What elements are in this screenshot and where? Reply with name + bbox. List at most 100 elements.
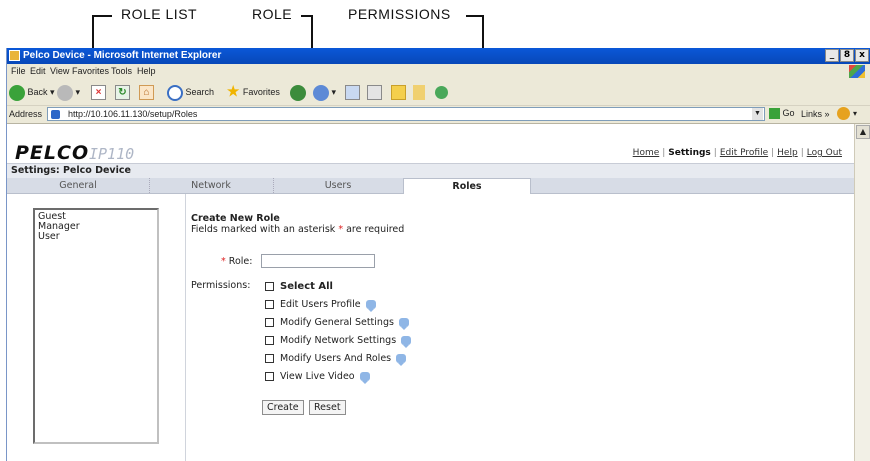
- reset-button[interactable]: Reset: [309, 400, 346, 415]
- home-icon: ⌂: [139, 85, 154, 101]
- menu-help[interactable]: Help: [137, 64, 156, 79]
- browser-window: Pelco Device - Microsoft Internet Explor…: [6, 48, 870, 461]
- search-icon: [167, 84, 183, 101]
- settings-title: Settings: Pelco Device: [7, 164, 854, 178]
- messenger-button[interactable]: [435, 83, 448, 101]
- permission-checkbox-modify-users-and-roles[interactable]: [265, 354, 274, 363]
- menu-view[interactable]: View: [50, 64, 69, 79]
- menu-edit[interactable]: Edit: [30, 64, 46, 79]
- callout-role: ROLE: [252, 6, 293, 22]
- page-icon: [51, 110, 60, 119]
- forward-button[interactable]: ▾: [57, 83, 80, 101]
- print-button[interactable]: [367, 83, 382, 101]
- select-all-row: Select All: [265, 281, 333, 292]
- required-note: Fields marked with an asterisk * are req…: [191, 224, 405, 235]
- go-arrow-icon: [769, 108, 780, 120]
- close-button[interactable]: x: [855, 49, 869, 62]
- refresh-button[interactable]: ↻: [115, 83, 130, 101]
- help-link[interactable]: Help: [777, 148, 798, 158]
- maximize-button[interactable]: 8: [840, 49, 854, 62]
- web-page: PELCO IP110 Home | Settings | Edit Profile | H…: [7, 124, 854, 461]
- menu-tools[interactable]: Tools: [111, 64, 132, 79]
- permission-checkbox-modify-network-settings[interactable]: [265, 336, 274, 345]
- tab-general[interactable]: General: [7, 178, 150, 193]
- help-bubble-icon[interactable]: [398, 318, 409, 330]
- scroll-up-icon[interactable]: ▲: [856, 125, 870, 139]
- back-arrow-icon: [9, 84, 25, 101]
- permission-checkbox-view-live-video[interactable]: [265, 372, 274, 381]
- minimize-button[interactable]: _: [825, 49, 839, 62]
- tab-network[interactable]: Network: [149, 178, 274, 193]
- menu-favorites[interactable]: Favorites: [72, 64, 109, 79]
- history-icon: [313, 84, 329, 101]
- permission-row: View Live Video: [265, 371, 370, 384]
- help-bubble-icon[interactable]: [396, 354, 407, 366]
- favorites-button[interactable]: ★ Favorites: [226, 83, 280, 101]
- norton-dropdown-icon[interactable]: ▾: [853, 109, 857, 118]
- title-bar: Pelco Device - Microsoft Internet Explor…: [7, 48, 870, 64]
- print-icon: [367, 85, 382, 101]
- callout-role-list: ROLE LIST: [121, 6, 198, 22]
- forward-arrow-icon: [57, 84, 73, 101]
- permission-checkbox-modify-general-settings[interactable]: [265, 318, 274, 327]
- tab-roles[interactable]: Roles: [403, 178, 531, 194]
- permissions-label: Permissions:: [191, 280, 251, 291]
- home-button[interactable]: ⌂: [139, 83, 154, 101]
- select-all-checkbox[interactable]: [265, 281, 274, 291]
- create-button[interactable]: Create: [262, 400, 304, 415]
- address-bar: Address http://10.106.11.130/setup/Roles…: [7, 106, 870, 124]
- create-role-form: Create New Role Fields marked with an as…: [191, 213, 404, 235]
- favorites-star-icon: ★: [226, 83, 241, 101]
- tab-bar: General Network Users Roles: [7, 178, 854, 194]
- role-label: * Role:: [221, 256, 253, 267]
- form-heading: Create New Role: [191, 213, 280, 224]
- links-button[interactable]: Links »: [801, 109, 830, 119]
- role-item-user[interactable]: User: [38, 232, 154, 242]
- top-links: Home | Settings | Edit Profile | Help | Log Out: [632, 148, 842, 158]
- address-url: http://10.106.11.130/setup/Roles: [68, 109, 198, 119]
- toolbar: Back ▾ ▾ × ↻ ⌂ Search ★ Favorites ▾: [7, 79, 870, 106]
- windows-logo-icon: [849, 65, 865, 78]
- discuss-button[interactable]: [413, 83, 425, 101]
- vertical-scrollbar[interactable]: ▲: [854, 124, 870, 461]
- role-list[interactable]: Guest Manager User: [33, 208, 159, 444]
- window-title: Pelco Device - Microsoft Internet Explor…: [23, 50, 222, 61]
- messenger-icon: [435, 86, 448, 100]
- help-bubble-icon[interactable]: [365, 300, 376, 312]
- help-bubble-icon[interactable]: [359, 372, 370, 384]
- stop-button[interactable]: ×: [91, 83, 106, 101]
- address-dropdown-icon[interactable]: ▼: [752, 108, 763, 120]
- callout-permissions: PERMISSIONS: [348, 6, 451, 22]
- permission-checkbox-edit-users-profile[interactable]: [265, 300, 274, 309]
- address-label: Address: [9, 109, 43, 119]
- pelco-logo: PELCO: [15, 142, 90, 164]
- go-button[interactable]: Go: [769, 108, 795, 120]
- menu-bar: File Edit View Favorites Tools Help: [7, 64, 870, 80]
- help-bubble-icon[interactable]: [401, 336, 412, 348]
- edit-profile-link[interactable]: Edit Profile: [720, 148, 768, 158]
- media-icon: [290, 84, 306, 101]
- settings-link[interactable]: Settings: [668, 148, 710, 158]
- history-button[interactable]: ▾: [313, 83, 336, 101]
- role-input[interactable]: [261, 254, 375, 268]
- search-button[interactable]: Search: [167, 83, 214, 101]
- mail-button[interactable]: [345, 83, 360, 101]
- folder-icon: [391, 85, 406, 101]
- norton-icon[interactable]: [837, 107, 850, 120]
- edit-button[interactable]: [391, 83, 406, 101]
- stop-icon: ×: [91, 85, 106, 101]
- log-out-link[interactable]: Log Out: [807, 148, 842, 158]
- back-button[interactable]: Back ▾: [9, 83, 55, 101]
- permission-row: Modify Users And Roles: [265, 353, 407, 366]
- permission-row: Modify General Settings: [265, 317, 409, 330]
- media-button[interactable]: [290, 83, 306, 101]
- permission-row: Modify Network Settings: [265, 335, 412, 348]
- model-name: IP110: [89, 145, 135, 163]
- home-link[interactable]: Home: [633, 148, 660, 158]
- address-input[interactable]: http://10.106.11.130/setup/Roles ▼: [47, 107, 765, 121]
- menu-file[interactable]: File: [11, 64, 26, 79]
- mail-icon: [345, 85, 360, 101]
- tab-users[interactable]: Users: [273, 178, 404, 193]
- ie-page-icon: [9, 50, 20, 61]
- permission-row: Edit Users Profile: [265, 299, 376, 312]
